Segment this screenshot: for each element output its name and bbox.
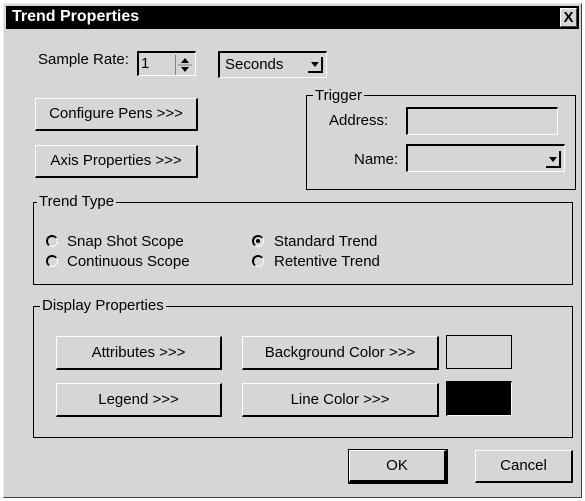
- trigger-name-label: Name:: [354, 151, 399, 168]
- title-bar[interactable]: Trend Properties X: [6, 6, 579, 29]
- line-color-swatch: [446, 381, 512, 416]
- trigger-address-label: Address:: [329, 112, 389, 129]
- chevron-down-icon: [546, 151, 561, 168]
- trend-properties-dialog: Trend Properties X Sample Rate: 1 Second…: [3, 3, 582, 498]
- close-button[interactable]: X: [560, 8, 577, 27]
- attributes-button[interactable]: Attributes >>>: [56, 336, 222, 370]
- radio-button: [46, 235, 58, 247]
- background-color-swatch: [446, 335, 512, 369]
- radio-continuous-scope[interactable]: Continuous Scope: [46, 252, 216, 272]
- sample-rate-spinbox[interactable]: 1: [137, 51, 196, 76]
- radio-button-selected: [252, 235, 264, 247]
- radio-selected-dot: [256, 239, 260, 243]
- display-properties-title: Display Properties: [40, 297, 166, 314]
- radio-standard-trend[interactable]: Standard Trend: [252, 232, 422, 252]
- ok-button[interactable]: OK: [348, 449, 448, 484]
- dialog-title: Trend Properties: [12, 8, 140, 25]
- sample-rate-unit-select[interactable]: Seconds: [218, 51, 327, 78]
- sample-rate-value: 1: [141, 55, 150, 72]
- trigger-address-input[interactable]: [406, 107, 558, 135]
- radio-button: [46, 255, 58, 267]
- unit-dropdown-button[interactable]: [306, 55, 324, 74]
- trigger-name-dropdown-button[interactable]: [544, 149, 562, 169]
- sample-rate-label: Sample Rate:: [38, 51, 129, 68]
- radio-label: Continuous Scope: [67, 253, 190, 270]
- radio-snap-shot-scope[interactable]: Snap Shot Scope: [46, 232, 216, 252]
- cancel-button[interactable]: Cancel: [475, 450, 573, 483]
- close-icon: X: [563, 9, 574, 26]
- radio-button: [252, 255, 264, 267]
- configure-pens-button[interactable]: Configure Pens >>>: [35, 98, 198, 131]
- sample-rate-unit: Seconds: [225, 56, 284, 73]
- radio-retentive-trend[interactable]: Retentive Trend: [252, 252, 422, 272]
- trigger-group-title: Trigger: [313, 87, 364, 104]
- radio-label: Retentive Trend: [274, 253, 380, 270]
- spin-arrows-icon: [178, 58, 192, 72]
- line-color-button[interactable]: Line Color >>>: [242, 383, 439, 417]
- axis-properties-button[interactable]: Axis Properties >>>: [35, 145, 198, 178]
- legend-button[interactable]: Legend >>>: [56, 383, 222, 417]
- trend-type-title: Trend Type: [37, 193, 117, 210]
- chevron-down-icon: [308, 57, 323, 73]
- radio-label: Standard Trend: [274, 233, 378, 250]
- trigger-name-select[interactable]: [406, 144, 565, 172]
- display-properties-group: [33, 306, 573, 438]
- sample-rate-spinner[interactable]: [175, 55, 194, 75]
- radio-label: Snap Shot Scope: [67, 233, 184, 250]
- background-color-button[interactable]: Background Color >>>: [242, 336, 439, 370]
